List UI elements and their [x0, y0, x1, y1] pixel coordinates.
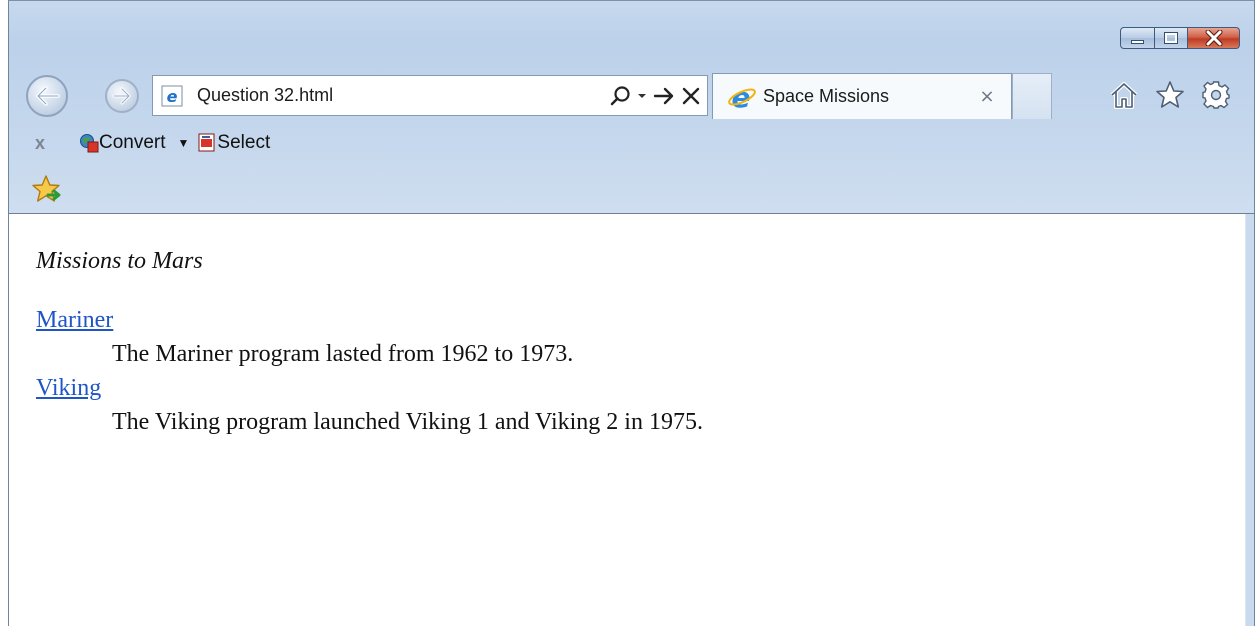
minimize-icon	[1131, 40, 1144, 44]
list-term: Mariner	[36, 303, 703, 337]
favorites-star-icon	[1156, 81, 1184, 108]
convert-label: Convert	[99, 132, 166, 153]
tab-space-missions[interactable]: e Space Missions ×	[712, 73, 1012, 119]
window-right-border	[1246, 214, 1254, 626]
address-tools	[609, 81, 701, 111]
mariner-link[interactable]: Mariner	[36, 307, 113, 333]
home-button[interactable]	[1108, 79, 1140, 111]
window-caption-buttons	[1120, 27, 1240, 49]
back-arrow-icon	[36, 86, 60, 106]
refresh-arrow-icon	[653, 87, 674, 104]
close-icon	[1205, 30, 1222, 46]
list-term: Viking	[36, 371, 703, 405]
browser-chrome: e Question 32.html e Space Missions × x …	[9, 1, 1254, 214]
home-icon	[1110, 82, 1138, 109]
address-text[interactable]: Question 32.html	[197, 85, 609, 106]
maximize-button[interactable]	[1155, 27, 1188, 49]
add-favorites-icon[interactable]	[31, 173, 65, 207]
command-bar-close-button[interactable]: x	[35, 133, 51, 154]
search-button[interactable]	[609, 81, 631, 111]
back-button[interactable]	[26, 75, 68, 117]
page-heading: Missions to Mars	[36, 248, 203, 274]
search-dropdown[interactable]	[637, 81, 647, 111]
list-description: The Mariner program lasted from 1962 to …	[112, 341, 574, 367]
ie-logo-icon: e	[728, 82, 756, 112]
favorites-bar	[9, 165, 1254, 211]
page-body: Missions to Mars Mariner The Mariner pro…	[36, 248, 703, 439]
page-content: Missions to Mars Mariner The Mariner pro…	[9, 214, 1246, 626]
select-label: Select	[217, 132, 271, 153]
select-button[interactable]: Select	[197, 132, 270, 154]
svg-text:e: e	[732, 82, 751, 112]
close-window-button[interactable]	[1188, 27, 1240, 49]
browser-right-icons	[1108, 79, 1232, 111]
browser-window: e Question 32.html e Space Missions × x …	[8, 0, 1255, 626]
tab-close-button[interactable]: ×	[977, 86, 997, 107]
stop-icon	[682, 87, 700, 104]
command-bar: x Convert ▼ Select	[9, 125, 1254, 161]
svg-text:e: e	[167, 87, 178, 106]
chevron-down-icon	[638, 93, 646, 98]
viking-link[interactable]: Viking	[36, 375, 101, 401]
tools-button[interactable]	[1200, 79, 1232, 111]
minimize-button[interactable]	[1120, 27, 1155, 49]
select-pdf-icon	[198, 133, 215, 152]
maximize-icon	[1164, 32, 1178, 44]
gear-icon	[1202, 81, 1230, 109]
convert-dropdown-icon[interactable]: ▼	[178, 136, 190, 150]
forward-arrow-icon	[112, 87, 131, 105]
search-icon	[610, 85, 630, 105]
favorites-button[interactable]	[1154, 79, 1186, 111]
forward-button[interactable]	[105, 79, 139, 113]
convert-button[interactable]: Convert ▼	[79, 132, 197, 154]
mission-list: Mariner The Mariner program lasted from …	[36, 303, 703, 439]
go-button[interactable]	[653, 81, 675, 111]
tab-title: Space Missions	[763, 86, 890, 106]
new-tab-button[interactable]	[1012, 73, 1052, 119]
ie-favicon-icon: e	[161, 85, 183, 106]
stop-button[interactable]	[681, 81, 701, 111]
convert-pdf-icon	[80, 134, 99, 153]
list-description: The Viking program launched Viking 1 and…	[112, 409, 703, 435]
address-bar[interactable]: e Question 32.html	[152, 75, 708, 116]
